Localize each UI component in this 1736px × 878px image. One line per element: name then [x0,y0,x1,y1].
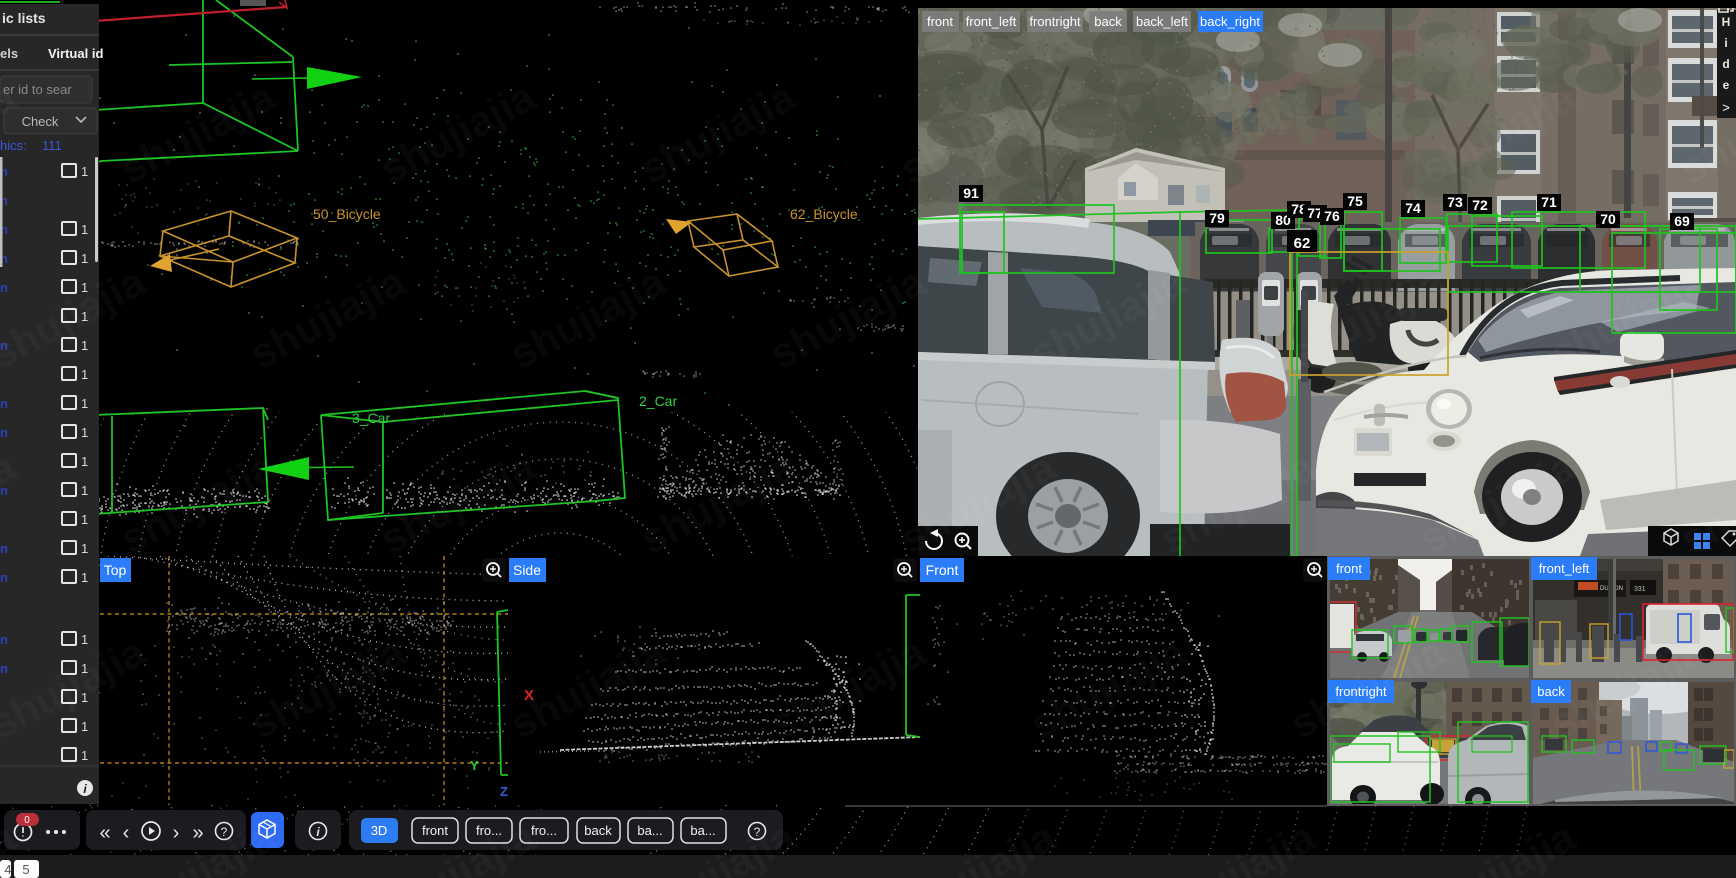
svg-text:Top: Top [104,562,127,578]
svg-text:2_Car: 2_Car [639,393,677,409]
svg-text:1: 1 [81,396,88,411]
svg-text:62_Bicycle: 62_Bicycle [790,206,858,222]
svg-text:frontright: frontright [1029,14,1081,29]
svg-text:hics:: hics: [0,138,27,153]
svg-text:62: 62 [1294,235,1311,252]
svg-text:50_Bicycle: 50_Bicycle [313,206,381,222]
svg-text:1: 1 [81,570,88,585]
svg-text:70: 70 [1600,211,1616,227]
svg-text:5: 5 [22,862,29,877]
svg-text:1: 1 [81,719,88,734]
svg-text:1: 1 [81,164,88,179]
svg-text:Virtual id: Virtual id [48,46,103,61]
svg-text:n: n [0,541,8,556]
svg-text:Front: Front [926,562,959,578]
svg-text:0: 0 [24,815,30,826]
svg-text:1: 1 [81,512,88,527]
svg-text:els: els [0,46,18,61]
svg-text:ba...: ba... [637,823,662,838]
svg-text:ba...: ba... [690,823,715,838]
svg-text:e: e [1723,78,1730,92]
svg-text:1: 1 [81,632,88,647]
svg-text:front_left: front_left [1539,561,1590,576]
svg-text:74: 74 [1405,200,1421,216]
svg-text:n: n [0,483,8,498]
svg-text:front: front [1336,561,1362,576]
svg-text:X: X [524,687,534,704]
svg-text:1: 1 [81,541,88,556]
svg-text:ic lists: ic lists [2,10,46,26]
svg-text:er id to sear: er id to sear [3,82,72,97]
svg-text:111: 111 [42,138,62,153]
svg-text:back_left: back_left [1136,14,1188,29]
svg-text:1: 1 [81,690,88,705]
svg-text:1: 1 [81,251,88,266]
svg-text:front_left: front_left [966,14,1017,29]
svg-text:H: H [1722,15,1731,29]
svg-text:1: 1 [81,661,88,676]
svg-text:«: « [99,822,110,844]
svg-text:front: front [422,823,448,838]
svg-text:‹: ‹ [123,822,130,844]
svg-text:n: n [0,661,8,676]
svg-text:back: back [584,823,612,838]
svg-text:4: 4 [4,862,11,877]
svg-text:n: n [0,632,8,647]
svg-text:back: back [1537,684,1565,699]
svg-text:n: n [0,280,8,295]
svg-text:front: front [927,14,953,29]
svg-text:1: 1 [81,483,88,498]
svg-text:fro...: fro... [531,823,557,838]
svg-text:d: d [1722,57,1729,71]
svg-text:1: 1 [81,367,88,382]
svg-text:73: 73 [1447,194,1463,210]
svg-text:76: 76 [1324,208,1340,224]
svg-text:>: > [1722,100,1730,115]
svg-text:79: 79 [1209,210,1225,226]
svg-text:»: » [192,822,203,844]
svg-text:71: 71 [1541,194,1557,210]
svg-text:331: 331 [1634,586,1646,593]
svg-text:91: 91 [963,185,979,201]
svg-text:Side: Side [513,562,541,578]
svg-text:frontright: frontright [1335,684,1387,699]
svg-text:1: 1 [81,309,88,324]
svg-text:n: n [0,338,8,353]
svg-text:1: 1 [81,425,88,440]
svg-text:i: i [1724,36,1727,50]
svg-text:1: 1 [81,280,88,295]
svg-text:69: 69 [1674,213,1690,229]
svg-text:n: n [0,570,8,585]
svg-text:1: 1 [81,454,88,469]
svg-text:Check: Check [22,114,59,129]
svg-text:n: n [0,396,8,411]
svg-text:back: back [1094,14,1122,29]
svg-text:?: ? [754,825,761,839]
svg-text:›: › [173,822,180,844]
svg-text:1: 1 [81,338,88,353]
svg-text:n: n [0,425,8,440]
svg-text:72: 72 [1472,197,1488,213]
svg-text:Y: Y [470,758,479,773]
svg-text:3_Car: 3_Car [352,410,390,426]
svg-text:75: 75 [1347,193,1363,209]
svg-text:fro...: fro... [476,823,502,838]
svg-text:?: ? [221,825,228,839]
svg-text:Z: Z [500,784,508,799]
svg-text:1: 1 [81,748,88,763]
svg-text:back_right: back_right [1200,14,1260,29]
svg-text:1: 1 [81,222,88,237]
svg-text:3D: 3D [371,823,388,838]
